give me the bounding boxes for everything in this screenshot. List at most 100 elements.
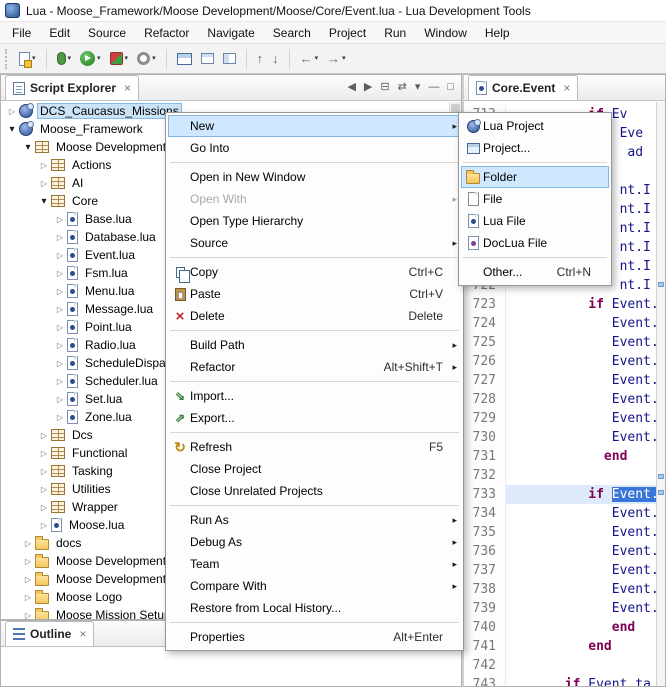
outline-tab[interactable]: Outline × xyxy=(5,621,94,646)
code-line-731[interactable]: 731 end xyxy=(464,447,665,466)
context-menu-item-go-into[interactable]: Go Into xyxy=(168,137,461,159)
expand-arrow-icon[interactable]: ▷ xyxy=(53,377,67,386)
expand-arrow-icon[interactable]: ▷ xyxy=(5,107,19,116)
code-line-737[interactable]: 737 Event.I xyxy=(464,561,665,580)
run-button[interactable]: ▾ xyxy=(77,49,104,68)
expand-arrow-icon[interactable]: ▷ xyxy=(53,359,67,368)
script-explorer-tab[interactable]: Script Explorer × xyxy=(5,75,139,100)
dropdown-arrow-icon[interactable]: ▾ xyxy=(125,55,129,62)
context-menu-item-refactor[interactable]: RefactorAlt+Shift+T▸ xyxy=(168,356,461,378)
expand-arrow-icon[interactable]: ▷ xyxy=(53,269,67,278)
new-submenu-item-other[interactable]: Other...Ctrl+N xyxy=(461,261,609,283)
code-line-735[interactable]: 735 Event.I xyxy=(464,523,665,542)
expand-arrow-icon[interactable]: ▷ xyxy=(37,449,51,458)
code-line-724[interactable]: 724 Event.I xyxy=(464,314,665,333)
close-icon[interactable]: × xyxy=(563,81,570,95)
dropdown-arrow-icon[interactable]: ▾ xyxy=(97,55,101,62)
menu-navigate[interactable]: Navigate xyxy=(198,23,263,43)
new-submenu-item-folder[interactable]: Folder xyxy=(461,166,609,188)
context-menu-item-build-path[interactable]: Build Path▸ xyxy=(168,334,461,356)
expand-arrow-icon[interactable]: ▷ xyxy=(37,467,51,476)
new-submenu-item-project[interactable]: Project... xyxy=(461,137,609,159)
context-menu-item-debug-as[interactable]: Debug As▸ xyxy=(168,531,461,553)
menu-run[interactable]: Run xyxy=(375,23,415,43)
show-view-button[interactable] xyxy=(198,51,217,66)
menu-help[interactable]: Help xyxy=(476,23,519,43)
code-line-728[interactable]: 728 Event.I xyxy=(464,390,665,409)
menu-edit[interactable]: Edit xyxy=(40,23,79,43)
occurrence-marker[interactable] xyxy=(658,490,664,495)
show-view-alt-button[interactable] xyxy=(220,51,239,66)
occurrence-marker[interactable] xyxy=(658,474,664,479)
menu-window[interactable]: Window xyxy=(415,23,476,43)
expand-arrow-icon[interactable]: ▷ xyxy=(21,575,35,584)
code-line-743[interactable]: 743 if Event.ta xyxy=(464,675,665,686)
code-line-723[interactable]: 723 if Event. xyxy=(464,295,665,314)
minimize-icon[interactable]: — xyxy=(428,82,439,93)
context-menu-item-paste[interactable]: PasteCtrl+V xyxy=(168,283,461,305)
menu-search[interactable]: Search xyxy=(264,23,320,43)
context-menu-item-properties[interactable]: PropertiesAlt+Enter xyxy=(168,626,461,648)
dropdown-arrow-icon[interactable]: ▾ xyxy=(68,55,72,62)
code-line-727[interactable]: 727 Event.I xyxy=(464,371,665,390)
dropdown-arrow-icon[interactable]: ▾ xyxy=(32,55,36,62)
maximize-icon[interactable]: □ xyxy=(447,82,454,93)
context-menu-item-team[interactable]: Team▸ xyxy=(168,553,461,575)
new-submenu-item-lua-file[interactable]: Lua File xyxy=(461,210,609,232)
coverage-button[interactable]: ▾ xyxy=(107,50,132,67)
context-menu-item-copy[interactable]: CopyCtrl+C xyxy=(168,261,461,283)
dropdown-arrow-icon[interactable]: ▾ xyxy=(315,55,319,62)
expand-arrow-icon[interactable]: ▷ xyxy=(53,395,67,404)
editor-tab-core-event[interactable]: Core.Event × xyxy=(468,75,578,100)
collapse-arrow-icon[interactable]: ▾ xyxy=(5,124,19,135)
code-line-732[interactable]: 732 xyxy=(464,466,665,485)
code-line-741[interactable]: 741 end xyxy=(464,637,665,656)
expand-arrow-icon[interactable]: ▷ xyxy=(21,593,35,602)
context-menu-item-new[interactable]: New▸ xyxy=(168,115,461,137)
code-line-730[interactable]: 730 Event.I xyxy=(464,428,665,447)
context-menu-item-close-unrelated-projects[interactable]: Close Unrelated Projects xyxy=(168,480,461,502)
back-button[interactable]: ←▾ xyxy=(297,50,322,67)
back-icon[interactable]: ◀ xyxy=(347,82,355,93)
expand-arrow-icon[interactable]: ▷ xyxy=(37,503,51,512)
code-line-738[interactable]: 738 Event.I xyxy=(464,580,665,599)
expand-arrow-icon[interactable]: ▷ xyxy=(53,251,67,260)
code-line-729[interactable]: 729 Event.I xyxy=(464,409,665,428)
context-menu-item-run-as[interactable]: Run As▸ xyxy=(168,509,461,531)
context-menu-item-source[interactable]: Source▸ xyxy=(168,232,461,254)
expand-arrow-icon[interactable]: ▷ xyxy=(53,305,67,314)
context-menu-item-export[interactable]: ⇗Export... xyxy=(168,407,461,429)
context-menu-item-refresh[interactable]: ↻RefreshF5 xyxy=(168,436,461,458)
context-menu-item-close-project[interactable]: Close Project xyxy=(168,458,461,480)
code-line-740[interactable]: 740 end xyxy=(464,618,665,637)
new-submenu-item-lua-project[interactable]: Lua Project xyxy=(461,115,609,137)
expand-arrow-icon[interactable]: ▷ xyxy=(53,287,67,296)
overview-ruler[interactable] xyxy=(656,102,665,686)
code-line-739[interactable]: 739 Event.I xyxy=(464,599,665,618)
forward-icon[interactable]: ▶ xyxy=(364,82,372,93)
code-line-725[interactable]: 725 Event.I xyxy=(464,333,665,352)
menu-file[interactable]: File xyxy=(3,23,40,43)
collapse-arrow-icon[interactable]: ▾ xyxy=(21,142,35,153)
forward-button[interactable]: →▾ xyxy=(324,50,349,67)
context-menu-item-restore-from-local-history[interactable]: Restore from Local History... xyxy=(168,597,461,619)
occurrence-marker[interactable] xyxy=(658,282,664,287)
new-wizard-button[interactable]: ▾ xyxy=(16,50,39,68)
expand-arrow-icon[interactable]: ▷ xyxy=(21,557,35,566)
code-line-734[interactable]: 734 Event.I xyxy=(464,504,665,523)
expand-arrow-icon[interactable]: ▷ xyxy=(53,323,67,332)
expand-arrow-icon[interactable]: ▷ xyxy=(53,341,67,350)
menu-refactor[interactable]: Refactor xyxy=(135,23,198,43)
expand-arrow-icon[interactable]: ▷ xyxy=(53,215,67,224)
context-menu-item-open-in-new-window[interactable]: Open in New Window xyxy=(168,166,461,188)
context-menu-item-open-type-hierarchy[interactable]: Open Type Hierarchy xyxy=(168,210,461,232)
code-line-733[interactable]: 733 if Event. xyxy=(464,485,665,504)
close-icon[interactable]: × xyxy=(79,627,86,641)
expand-arrow-icon[interactable]: ▷ xyxy=(21,539,35,548)
new-submenu-item-file[interactable]: File xyxy=(461,188,609,210)
context-menu-item-import[interactable]: ⇘Import... xyxy=(168,385,461,407)
context-menu-item-delete[interactable]: ×DeleteDelete xyxy=(168,305,461,327)
dropdown-arrow-icon[interactable]: ▾ xyxy=(152,55,156,62)
new-submenu-item-doclua-file[interactable]: DocLua File xyxy=(461,232,609,254)
next-annotation-button[interactable]: ↓ xyxy=(269,50,282,67)
